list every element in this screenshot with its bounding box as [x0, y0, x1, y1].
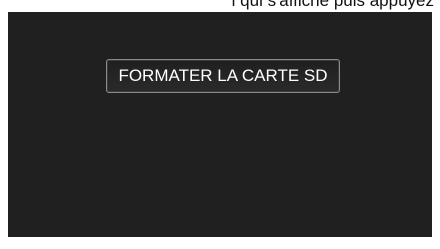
figure-frame: i qui s'affiche puis appuyez FORMATER LA… [0, 0, 440, 249]
top-caption-text: i qui s'affiche puis appuyez [231, 0, 434, 10]
format-sd-card-button[interactable]: FORMATER LA CARTE SD [106, 59, 340, 93]
camera-lcd-screen: FORMATER LA CARTE SD [8, 12, 432, 237]
top-caption-clip: i qui s'affiche puis appuyez [0, 0, 440, 12]
